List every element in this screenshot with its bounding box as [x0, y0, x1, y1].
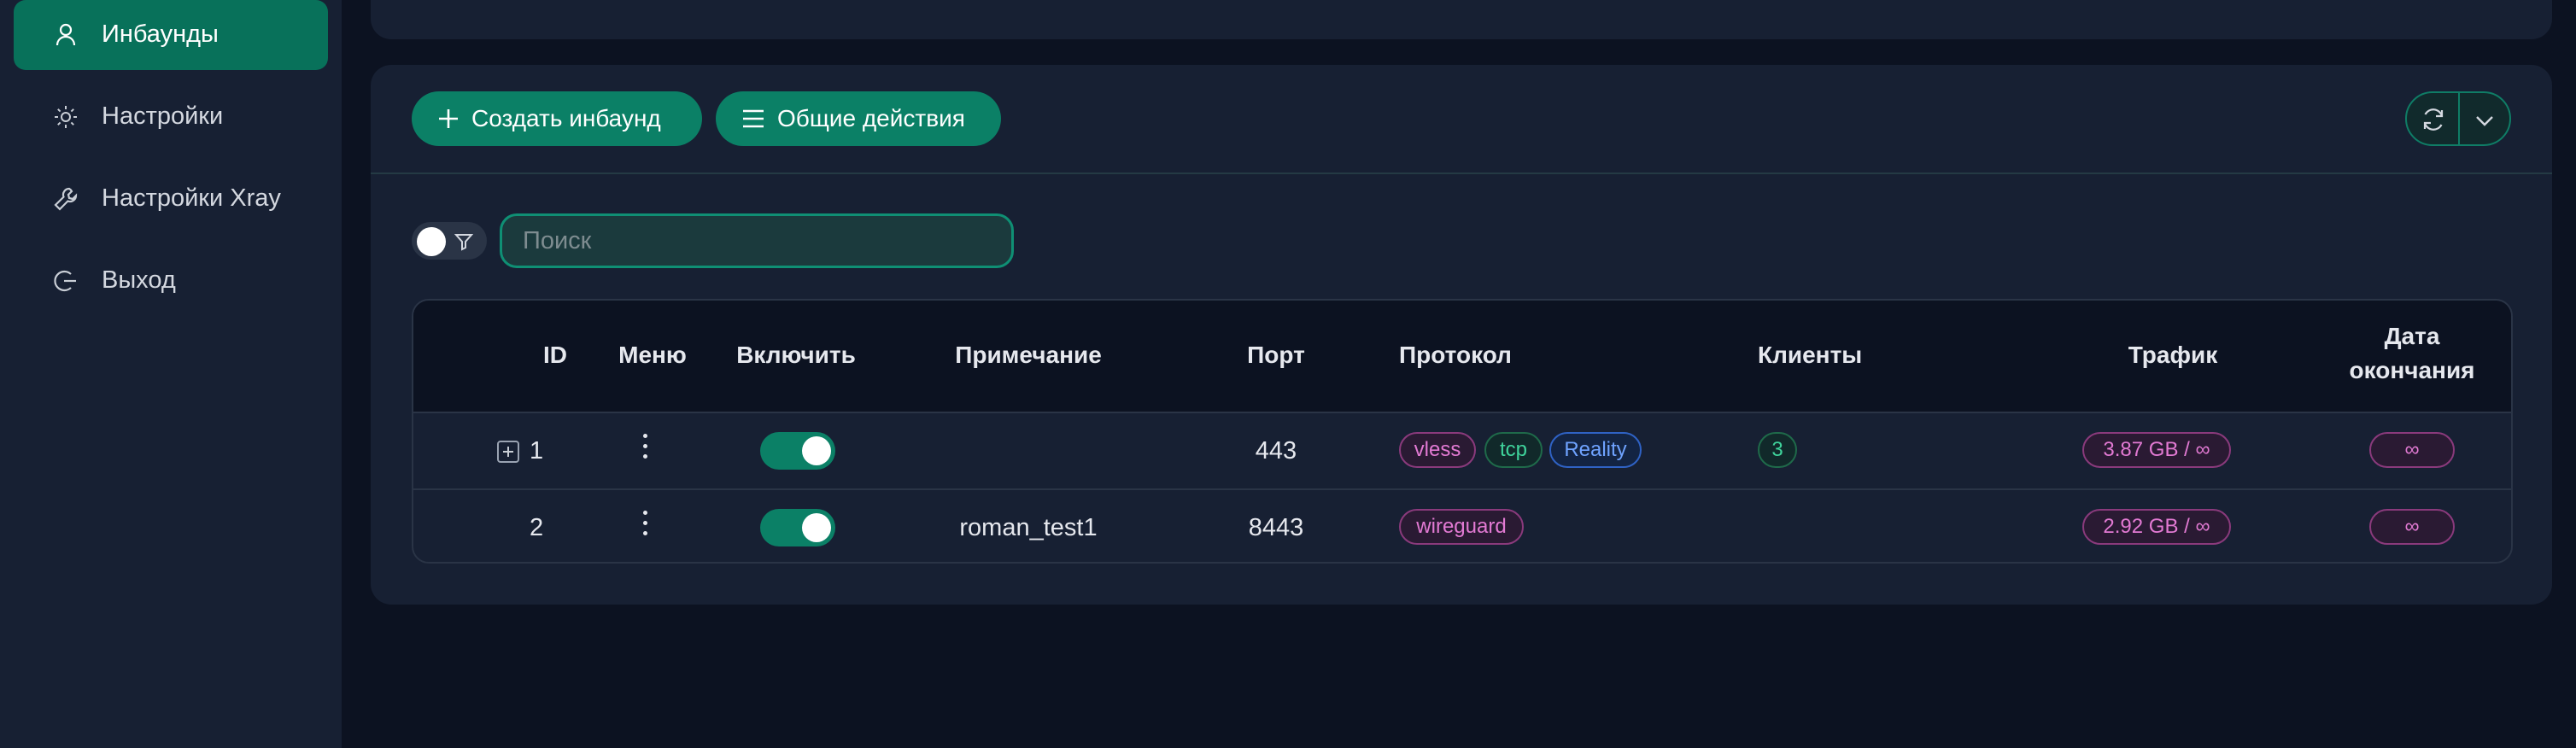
col-expiry-line2: окончания	[2349, 357, 2475, 383]
traffic-badge: 2.92 GB / ∞	[2082, 509, 2231, 545]
enable-toggle[interactable]	[760, 432, 835, 470]
top-panel	[371, 0, 2552, 39]
col-enable: Включить	[736, 342, 856, 368]
sidebar-item-label: Инбаунды	[102, 20, 219, 48]
sidebar-item-label: Настройки Xray	[102, 184, 281, 212]
sidebar-item-label: Настройки	[102, 102, 224, 130]
sidebar-item-settings[interactable]: Настройки	[14, 82, 328, 152]
refresh-icon[interactable]	[2420, 106, 2447, 133]
col-menu: Меню	[618, 342, 687, 368]
wrench-icon	[54, 187, 78, 211]
row-menu-icon[interactable]	[641, 434, 648, 465]
inbounds-table: ID Меню Включить Примечание Порт Протоко…	[412, 299, 2513, 564]
menu-icon	[743, 109, 764, 128]
search-input[interactable]	[500, 213, 1014, 268]
col-expiry: Дата окончания	[2327, 323, 2497, 384]
toggle-knob	[417, 227, 446, 256]
general-actions-button[interactable]: Общие действия	[716, 91, 1001, 146]
expand-row-icon[interactable]	[497, 441, 519, 463]
filter-icon	[454, 234, 473, 251]
refresh-control	[2405, 91, 2511, 146]
filter-toggle[interactable]	[412, 222, 487, 260]
table-header: ID Меню Включить Примечание Порт Протоко…	[413, 301, 2511, 413]
toggle-knob	[802, 436, 831, 465]
create-inbound-label: Создать инбаунд	[471, 105, 661, 131]
enable-toggle[interactable]	[760, 509, 835, 546]
col-traffic: Трафик	[2128, 342, 2218, 368]
toggle-knob	[802, 513, 831, 542]
row-id: 1	[530, 437, 544, 465]
general-actions-label: Общие действия	[777, 105, 965, 131]
sidebar: Инбаунды Настройки Настройки Xray Выход	[0, 0, 342, 748]
row-port: 8443	[1248, 514, 1304, 541]
sidebar-item-label: Выход	[102, 266, 176, 294]
row-remark: roman_test1	[959, 514, 1098, 541]
gear-icon	[55, 106, 77, 128]
plus-icon	[439, 109, 458, 128]
sidebar-item-inbounds[interactable]: Инбаунды	[14, 0, 328, 70]
row-id: 2	[530, 514, 544, 541]
network-tag: tcp	[1484, 432, 1543, 468]
table-row: 1 443 vless tcp Reality 3 3.87 GB / ∞ ∞	[413, 413, 2511, 490]
col-remark: Примечание	[955, 342, 1102, 368]
divider	[2458, 93, 2460, 144]
col-port: Порт	[1247, 342, 1305, 368]
protocol-tag: vless	[1399, 432, 1476, 468]
expiry-badge: ∞	[2369, 432, 2455, 468]
protocol-tag: wireguard	[1399, 509, 1524, 545]
col-clients: Клиенты	[1758, 342, 1863, 368]
sidebar-item-xray-settings[interactable]: Настройки Xray	[14, 164, 328, 234]
logout-icon	[54, 270, 76, 292]
col-id: ID	[543, 342, 567, 368]
toolbar-divider	[371, 172, 2552, 174]
traffic-badge: 3.87 GB / ∞	[2082, 432, 2231, 468]
table-row: 2 roman_test1 8443 wireguard 2.92 GB / ∞…	[413, 490, 2511, 562]
col-protocol: Протокол	[1399, 342, 1512, 368]
row-menu-icon[interactable]	[641, 511, 648, 541]
security-tag: Reality	[1549, 432, 1642, 468]
clients-count-badge[interactable]: 3	[1758, 432, 1797, 468]
user-icon	[56, 23, 76, 46]
col-expiry-line1: Дата	[2384, 323, 2440, 349]
create-inbound-button[interactable]: Создать инбаунд	[412, 91, 702, 146]
row-port: 443	[1255, 437, 1297, 465]
expiry-badge: ∞	[2369, 509, 2455, 545]
chevron-down-icon[interactable]	[2474, 110, 2496, 131]
sidebar-item-logout[interactable]: Выход	[14, 246, 328, 316]
